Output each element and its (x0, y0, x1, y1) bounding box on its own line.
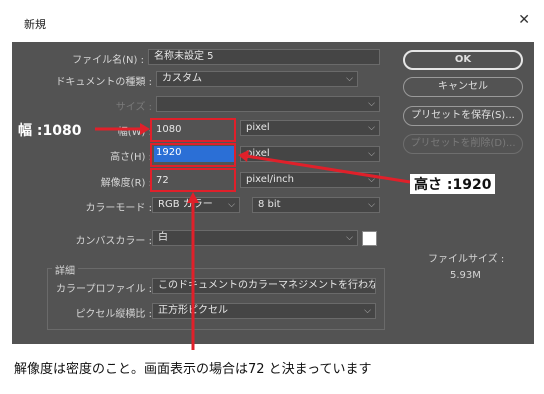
height-annotation: 高さ :1920 (410, 174, 496, 194)
height-arrow (245, 154, 411, 184)
resolution-note: 解像度は密度のこと。画面表示の場合は72 と決まっています (14, 362, 372, 377)
annotation-arrows (95, 123, 411, 350)
width-annotation: 幅 :1080 (18, 123, 82, 139)
width-arrowhead (140, 123, 150, 135)
resolution-arrowhead (187, 192, 199, 203)
height-arrowhead (238, 150, 249, 162)
